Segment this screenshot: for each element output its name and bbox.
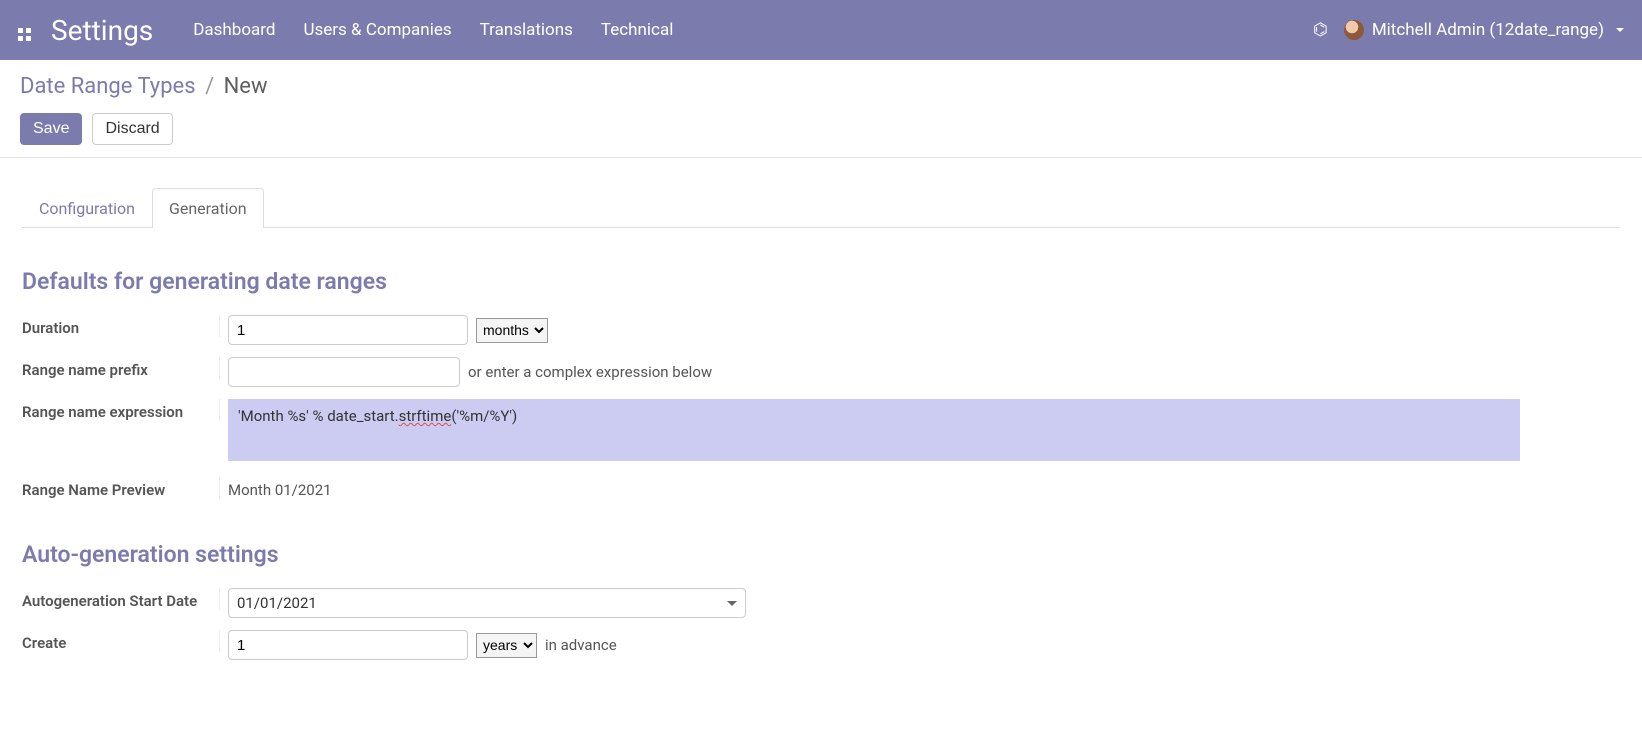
user-name: Mitchell Admin (12date_range)	[1372, 20, 1604, 40]
row-startdate: Autogeneration Start Date 01/01/2021	[22, 588, 1620, 618]
discard-button[interactable]: Discard	[92, 113, 172, 145]
navbar-right: ⌬ Mitchell Admin (12date_range)	[1313, 20, 1624, 40]
navbar: Settings Dashboard Users & Companies Tra…	[0, 0, 1642, 60]
breadcrumb-current: New	[224, 74, 268, 99]
debug-icon[interactable]: ⌬	[1313, 20, 1328, 40]
section-defaults-title: Defaults for generating date ranges	[22, 268, 1620, 295]
user-menu[interactable]: Mitchell Admin (12date_range)	[1344, 20, 1624, 40]
label-preview: Range Name Preview	[22, 477, 220, 499]
expression-textarea[interactable]	[228, 399, 1520, 461]
chevron-down-icon	[1616, 28, 1624, 32]
menu-technical[interactable]: Technical	[601, 20, 673, 40]
startdate-value: 01/01/2021	[237, 594, 317, 612]
startdate-select[interactable]: 01/01/2021	[228, 588, 746, 618]
menu-translations[interactable]: Translations	[480, 20, 573, 40]
control-panel: Date Range Types / New Save Discard	[0, 60, 1642, 158]
tab-generation[interactable]: Generation	[152, 188, 264, 228]
menu-dashboard[interactable]: Dashboard	[193, 20, 275, 40]
prefix-input[interactable]	[228, 357, 460, 387]
label-create: Create	[22, 630, 220, 652]
breadcrumb-parent[interactable]: Date Range Types	[20, 74, 196, 99]
chevron-down-icon	[727, 601, 737, 606]
breadcrumb: Date Range Types / New	[20, 74, 1622, 99]
navbar-menu: Dashboard Users & Companies Translations…	[193, 20, 1313, 40]
row-duration: Duration months	[22, 315, 1620, 345]
avatar	[1344, 20, 1364, 40]
menu-users-companies[interactable]: Users & Companies	[303, 20, 451, 40]
form-sheet: Configuration Generation Defaults for ge…	[0, 158, 1642, 702]
prefix-helper: or enter a complex expression below	[468, 363, 712, 381]
tab-configuration[interactable]: Configuration	[22, 188, 152, 228]
create-count-input[interactable]	[228, 630, 468, 660]
row-prefix: Range name prefix or enter a complex exp…	[22, 357, 1620, 387]
apps-icon[interactable]	[18, 19, 31, 41]
label-prefix: Range name prefix	[22, 357, 220, 379]
row-preview: Range Name Preview Month 01/2021	[22, 477, 1620, 499]
preview-value: Month 01/2021	[228, 477, 1620, 499]
row-expression: Range name expression 'Month %s' % date_…	[22, 399, 1620, 465]
create-suffix: in advance	[545, 636, 617, 654]
tabs: Configuration Generation	[22, 188, 1620, 228]
save-button[interactable]: Save	[20, 113, 82, 145]
create-unit-select[interactable]: years	[476, 633, 537, 658]
app-brand[interactable]: Settings	[51, 14, 153, 47]
label-duration: Duration	[22, 315, 220, 337]
section-autogen-title: Auto-generation settings	[22, 541, 1620, 568]
row-create: Create years in advance	[22, 630, 1620, 660]
duration-unit-select[interactable]: months	[476, 318, 548, 343]
breadcrumb-sep: /	[205, 74, 214, 99]
duration-input[interactable]	[228, 315, 468, 345]
label-expression: Range name expression	[22, 399, 220, 421]
action-buttons: Save Discard	[20, 113, 1622, 145]
label-startdate: Autogeneration Start Date	[22, 588, 220, 610]
